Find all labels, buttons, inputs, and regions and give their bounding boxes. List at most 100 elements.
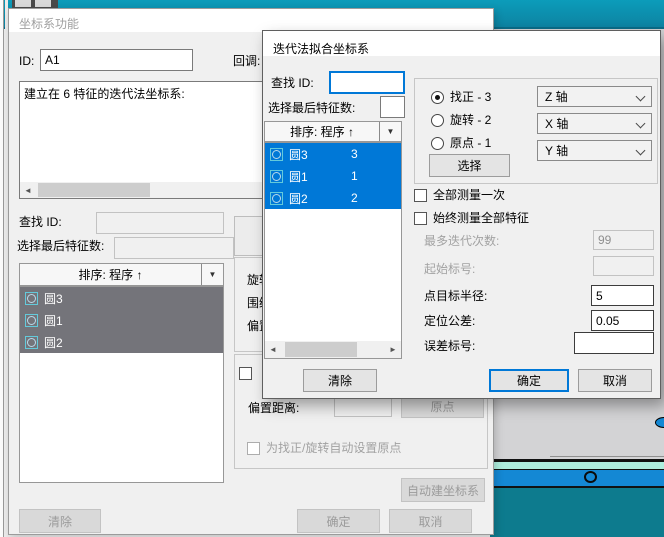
axis-value: Y 轴 — [545, 142, 568, 159]
point-target-radius-input[interactable] — [591, 285, 654, 306]
start-label-label: 起始标号: — [424, 262, 475, 277]
window-fragment-topleft — [12, 0, 58, 8]
circle-feature-icon — [25, 314, 38, 327]
find-id-input[interactable] — [329, 71, 405, 94]
select-last-features-input[interactable] — [380, 96, 405, 118]
measure-once-checkbox[interactable] — [414, 189, 427, 202]
alignment-command-text: 建立在 6 特征的迭代法坐标系: — [24, 85, 185, 102]
dialog-title: 迭代法拟合坐标系 — [273, 40, 369, 57]
origin-radio-label: 原点 - 1 — [450, 136, 491, 151]
find-id-label: 查找 ID: — [19, 215, 62, 230]
select-button[interactable]: 选择 — [429, 154, 510, 177]
id-input[interactable] — [40, 49, 193, 71]
callback-label: 回调: — [233, 54, 260, 69]
max-iterations-input[interactable] — [593, 230, 654, 250]
circle-feature-icon — [25, 292, 38, 305]
start-label-input[interactable] — [593, 256, 654, 276]
window-edge-left — [0, 0, 4, 537]
part-hole-circle — [584, 471, 597, 483]
error-label-input[interactable] — [574, 332, 654, 354]
auto-origin-checkbox-label: 为找正/旋转自动设置原点 — [266, 441, 401, 456]
screen: { "icons": { "dropdown_caret": "▼", "scr… — [0, 0, 664, 537]
clear-button[interactable]: 清除 — [19, 509, 101, 533]
sort-header-button[interactable]: 排序: 程序 ↑ ▼ — [264, 121, 402, 142]
origin-axis-dropdown[interactable]: Y 轴 — [537, 140, 652, 161]
scrollbar-thumb[interactable] — [38, 183, 150, 197]
list-horizontal-scrollbar[interactable]: ◄ ► — [265, 341, 401, 358]
sort-dropdown-caret-icon[interactable]: ▼ — [379, 122, 401, 141]
ok-button[interactable]: 确定 — [297, 509, 380, 533]
feature-name: 圆1 — [44, 312, 63, 329]
feature-order: 3 — [351, 147, 358, 161]
feature-name: 圆3 — [44, 290, 63, 307]
rotate-radio[interactable] — [431, 114, 444, 127]
point-target-radius-label: 点目标半径: — [424, 289, 487, 304]
auto-build-alignment-button[interactable]: 自动建坐标系 — [401, 478, 485, 502]
measure-once-checkbox-label: 全部测量一次 — [433, 188, 505, 203]
find-id-input[interactable] — [96, 212, 224, 234]
rotate-radio-label: 旋转 - 2 — [450, 113, 491, 128]
dialog-title-bar[interactable]: 迭代法拟合坐标系 — [263, 31, 660, 56]
circle-feature-icon — [270, 148, 283, 161]
part-blue-band — [490, 469, 664, 488]
ok-button[interactable]: 确定 — [489, 369, 569, 392]
level-radio[interactable] — [431, 91, 444, 104]
offset-distance-input[interactable] — [334, 396, 392, 417]
max-iterations-label: 最多迭代次数: — [424, 234, 499, 249]
list-item[interactable]: 圆3 3 — [265, 143, 401, 165]
axis-value: X 轴 — [545, 115, 568, 132]
error-label-label: 误差标号: — [424, 339, 475, 354]
chevron-down-icon — [636, 119, 646, 129]
feature-name: 圆3 — [289, 146, 308, 163]
cancel-button[interactable]: 取消 — [389, 509, 472, 533]
sort-header-label: 排序: 程序 ↑ — [265, 122, 379, 141]
part-small-boss — [655, 417, 664, 428]
axis-value: Z 轴 — [545, 88, 568, 105]
scrollbar-track[interactable] — [281, 341, 385, 358]
positioning-tolerance-label: 定位公差: — [424, 314, 475, 329]
origin-radio[interactable] — [431, 137, 444, 150]
feature-name: 圆2 — [289, 190, 308, 207]
fragment-tab — [35, 0, 51, 7]
feature-order: 1 — [351, 169, 358, 183]
part-dark-teal-face — [490, 488, 664, 537]
sort-header-label: 排序: 程序 ↑ — [20, 264, 201, 285]
select-last-features-label: 选择最后特征数: — [17, 239, 104, 254]
scroll-left-icon[interactable]: ◄ — [265, 341, 281, 358]
sort-dropdown-caret-icon[interactable]: ▼ — [201, 264, 223, 285]
measure-all-checkbox-label: 始终测量全部特征 — [433, 211, 529, 226]
cancel-button[interactable]: 取消 — [578, 369, 652, 392]
list-item[interactable]: 圆2 — [20, 331, 223, 353]
level-axis-dropdown[interactable]: Z 轴 — [537, 86, 652, 107]
id-label: ID: — [19, 54, 34, 69]
feature-list[interactable]: 圆3 3 圆1 1 圆2 2 ◄ ► — [264, 142, 402, 359]
circle-feature-icon — [270, 192, 283, 205]
measure-all-checkbox[interactable] — [414, 212, 427, 225]
circle-feature-icon — [25, 336, 38, 349]
part-edge-line — [550, 456, 664, 457]
sort-header-button[interactable]: 排序: 程序 ↑ ▼ — [19, 263, 224, 286]
feature-name: 圆1 — [289, 168, 308, 185]
auto-origin-checkbox[interactable] — [247, 442, 260, 455]
level-radio-label: 找正 - 3 — [450, 90, 491, 105]
positioning-tolerance-input[interactable] — [591, 310, 654, 331]
fragment-tab — [15, 0, 31, 7]
select-last-features-label: 选择最后特征数: — [268, 101, 355, 116]
list-item[interactable]: 圆1 1 — [265, 165, 401, 187]
dialog-title: 坐标系功能 — [19, 15, 79, 32]
scrollbar-thumb[interactable] — [285, 342, 357, 357]
rotate-axis-dropdown[interactable]: X 轴 — [537, 113, 652, 134]
select-last-features-input[interactable] — [114, 237, 234, 259]
clear-button[interactable]: 清除 — [303, 369, 377, 392]
scroll-right-icon[interactable]: ► — [385, 341, 401, 358]
list-item[interactable]: 圆3 — [20, 287, 223, 309]
feature-order: 2 — [351, 191, 358, 205]
circle-feature-icon — [270, 170, 283, 183]
offset-distance-label: 偏置距离: — [248, 401, 299, 416]
covered-checkbox[interactable] — [239, 367, 252, 380]
list-item[interactable]: 圆1 — [20, 309, 223, 331]
dialog-title-bar[interactable]: 坐标系功能 — [9, 9, 493, 32]
list-item[interactable]: 圆2 2 — [265, 187, 401, 209]
scroll-left-icon[interactable]: ◄ — [20, 182, 36, 198]
feature-list[interactable]: 圆3 圆1 圆2 — [19, 286, 224, 483]
